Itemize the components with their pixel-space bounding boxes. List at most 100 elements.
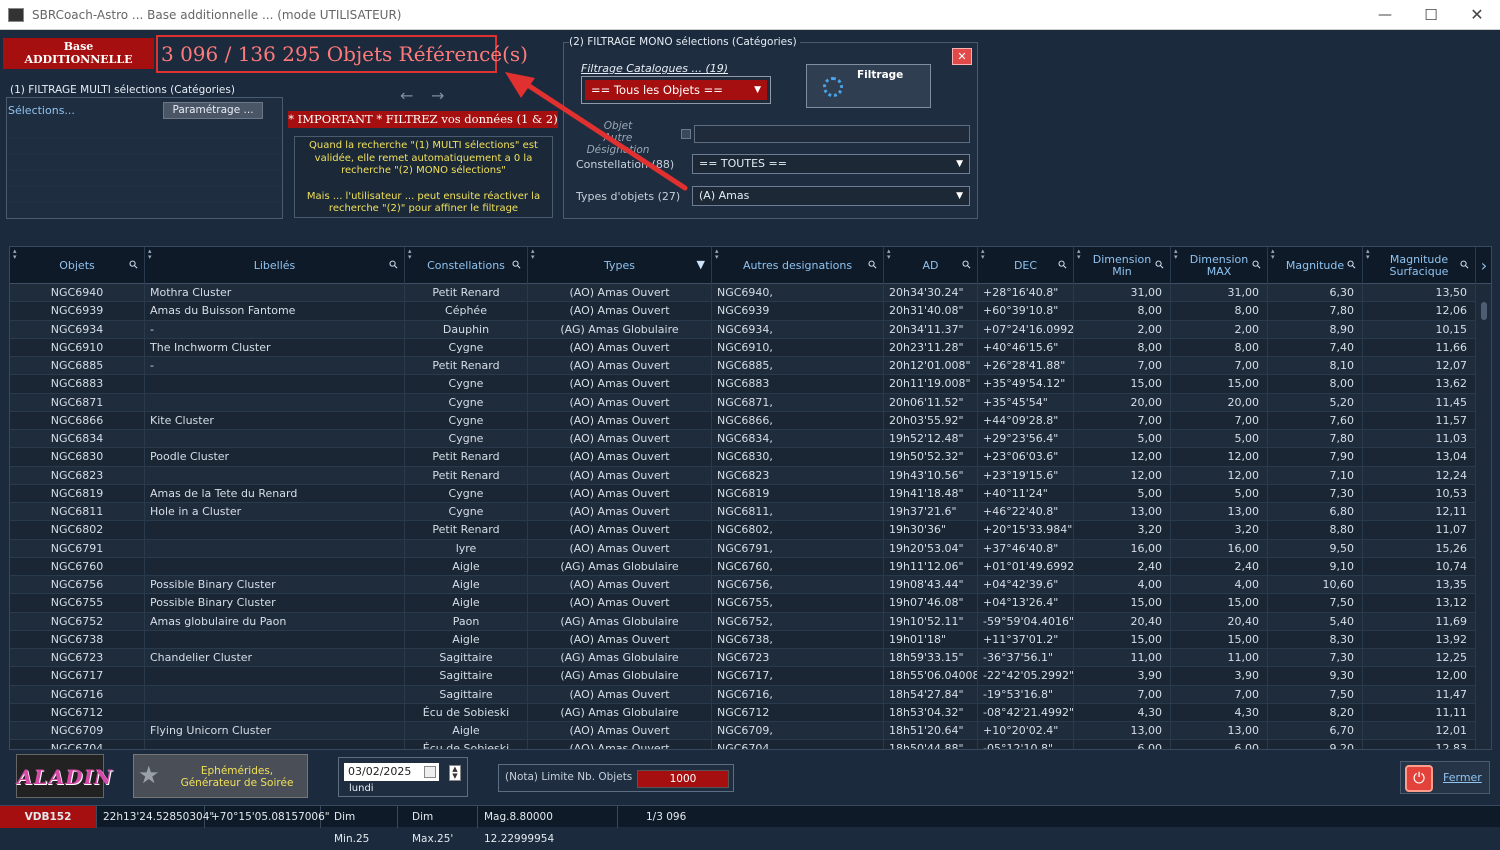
annotation-arrow	[505, 72, 688, 191]
cell-magnitude: 6,70	[1268, 722, 1363, 740]
column-header-types[interactable]: Types ▼ ▴ ▾	[528, 247, 712, 284]
constellation-select[interactable]: == TOUTES == ▼	[692, 154, 970, 174]
table-row[interactable]: NGC6760 Aigle (AG) Amas Globulaire NGC6760,…	[10, 557, 1476, 576]
minimize-button[interactable]: —	[1362, 0, 1408, 30]
window-titlebar: SBRCoach-Astro ... Base additionnelle ..…	[0, 0, 1500, 30]
sort-icon[interactable]: ▴ ▾	[408, 248, 412, 261]
search-icon[interactable]: ⚲	[1344, 257, 1359, 272]
sort-icon[interactable]: ▴ ▾	[981, 248, 985, 261]
date-spinner[interactable]: ▲ ▼	[449, 765, 461, 781]
types-select[interactable]: (A) Amas ▼	[692, 186, 970, 206]
table-row[interactable]: NGC6802 Petit Renard (AO) Amas Ouvert NGC68…	[10, 521, 1476, 540]
scrollbar-thumb[interactable]	[1481, 302, 1487, 320]
search-icon[interactable]: ⚲	[386, 257, 401, 272]
sort-icon[interactable]: ▴ ▾	[715, 248, 719, 261]
search-icon[interactable]: ⚲	[865, 257, 880, 272]
table-row[interactable]: NGC6830 Poodle Cluster Petit Renard (AO) Am…	[10, 448, 1476, 467]
ephemerides-button[interactable]: ★ Ephémérides, Générateur de Soirée	[133, 754, 308, 798]
objects-table[interactable]: Objets ⚲ ▴ ▾ Libellés ⚲ ▴ ▾ Constellations ⚲ ▴ ▾ Typ…	[9, 246, 1492, 750]
scroll-right-icon[interactable]: ›	[1476, 247, 1491, 284]
table-row[interactable]: NGC6866 Kite Cluster Cygne (AO) Amas Ouvert…	[10, 411, 1476, 430]
table-row[interactable]: NGC6712 Écu de Sobieski (AG) Amas Globulai…	[10, 703, 1476, 722]
selections-label[interactable]: Sélections...	[8, 104, 75, 117]
column-header-label: Libellés	[253, 258, 296, 272]
limit-input[interactable]: 1000	[637, 770, 729, 788]
sort-icon[interactable]: ▴ ▾	[531, 248, 535, 261]
table-row[interactable]: NGC6709 Flying Unicorn Cluster Aigle (AO) A…	[10, 722, 1476, 741]
cell-magnitude-surfacique: 11,03	[1363, 430, 1476, 448]
table-row[interactable]: NGC6738 Aigle (AO) Amas Ouvert NGC6738, 19h0…	[10, 630, 1476, 649]
filter-icon[interactable]: ▼	[697, 259, 705, 271]
cell-dimension-max: 8,00	[1171, 302, 1268, 321]
table-row[interactable]: NGC6811 Hole in a Cluster Cygne (AO) Amas O…	[10, 503, 1476, 522]
sort-icon[interactable]: ▴ ▾	[148, 248, 152, 261]
back-arrow-icon[interactable]: ←	[400, 86, 413, 105]
column-header-dec[interactable]: DEC ⚲ ▴ ▾	[978, 247, 1074, 284]
table-row[interactable]: NGC6723 Chandelier Cluster Sagittaire (AG) …	[10, 649, 1476, 668]
selections-list[interactable]	[7, 123, 282, 218]
table-row[interactable]: NGC6834 Cygne (AO) Amas Ouvert NGC6834, 19h5…	[10, 430, 1476, 449]
table-row[interactable]: NGC6752 Amas globulaire du Paon Paon (AG) A…	[10, 612, 1476, 631]
cell-libelles	[145, 703, 405, 722]
table-row[interactable]: NGC6819 Amas de la Tete du Renard Cygne (AO…	[10, 484, 1476, 503]
column-header-autres-designations[interactable]: Autres designations ⚲ ▴ ▾	[712, 247, 884, 284]
forward-arrow-icon[interactable]: →	[431, 86, 444, 105]
close-button[interactable]: ⏻ Fermer	[1400, 761, 1490, 794]
cell-constellations: Cygne	[405, 503, 528, 521]
cell-constellations: lyre	[405, 539, 528, 558]
cell-autres-designations: NGC6716,	[712, 685, 884, 704]
column-header-dimension-min[interactable]: Dimension Min ⚲ ▴ ▾	[1074, 247, 1171, 284]
cell-ad: 19h30'36"	[884, 521, 978, 540]
close-window-button[interactable]: ✕	[1454, 0, 1500, 30]
search-icon[interactable]: ⚲	[126, 257, 141, 272]
column-header-magnitude[interactable]: Magnitude ⚲ ▴ ▾	[1268, 247, 1363, 284]
search-icon[interactable]: ⚲	[509, 257, 524, 272]
table-row[interactable]: NGC6756 Possible Binary Cluster Aigle (AO) …	[10, 576, 1476, 595]
calendar-icon[interactable]	[424, 766, 436, 778]
table-row[interactable]: NGC6934- Dauphin (AG) Amas Globulaire NGC69…	[10, 320, 1476, 339]
column-header-dimension-max[interactable]: Dimension MAX ⚲ ▴ ▾	[1171, 247, 1268, 284]
column-header-magnitude-surfacique[interactable]: Magnitude Surfacique ⚲ ▴ ▾	[1363, 247, 1476, 284]
table-row[interactable]: NGC6716 Sagittaire (AO) Amas Ouvert NGC6716…	[10, 685, 1476, 704]
cell-dimension-max: 7,00	[1171, 411, 1268, 430]
sort-icon[interactable]: ▴ ▾	[1271, 248, 1275, 261]
table-row[interactable]: NGC6871 Cygne (AO) Amas Ouvert NGC6871, 20h0…	[10, 393, 1476, 412]
object-input[interactable]	[694, 125, 970, 143]
table-row[interactable]: NGC6910 The Inchworm Cluster Cygne (AO) Ama…	[10, 338, 1476, 357]
aladin-logo-button[interactable]: ALADIN	[16, 754, 112, 798]
table-body[interactable]: NGC6940 Mothra Cluster Petit Renard (AO) Am…	[10, 284, 1476, 749]
column-header-constellations[interactable]: Constellations ⚲ ▴ ▾	[405, 247, 528, 284]
cell-libelles: Possible Binary Cluster	[145, 576, 405, 594]
sort-icon[interactable]: ▴ ▾	[1174, 248, 1178, 261]
cell-dec: +01°01'49.6992"	[978, 557, 1074, 576]
mono-close-icon[interactable]: ✕	[952, 48, 972, 65]
column-header-objets[interactable]: Objets ⚲ ▴ ▾	[10, 247, 145, 284]
cell-dimension-max: 4,30	[1171, 703, 1268, 722]
table-row[interactable]: NGC6939 Amas du Buisson Fantome Céphée (AO)…	[10, 302, 1476, 321]
sort-icon[interactable]: ▴ ▾	[1077, 248, 1081, 261]
sort-icon[interactable]: ▴ ▾	[887, 248, 891, 261]
search-icon[interactable]: ⚲	[959, 257, 974, 272]
cell-ad: 19h07'46.08"	[884, 594, 978, 613]
table-row[interactable]: NGC6717 Sagittaire (AG) Amas Globulaire NGC…	[10, 667, 1476, 686]
mono-filter-title: (2) FILTRAGE MONO sélections (Catégories…	[569, 36, 800, 48]
cell-magnitude-surfacique: 13,92	[1363, 630, 1476, 649]
column-header-ad[interactable]: AD ⚲ ▴ ▾	[884, 247, 978, 284]
table-row[interactable]: NGC6885- Petit Renard (AO) Amas Ouvert NGC6…	[10, 357, 1476, 376]
search-icon[interactable]: ⚲	[1055, 257, 1070, 272]
table-row[interactable]: NGC6823 Petit Renard (AO) Amas Ouvert NGC68…	[10, 466, 1476, 485]
column-header-libelles[interactable]: Libellés ⚲ ▴ ▾	[145, 247, 405, 284]
cell-dec: +40°11'24"	[978, 484, 1074, 503]
maximize-button[interactable]: ☐	[1408, 0, 1454, 30]
cell-magnitude-surfacique: 11,57	[1363, 411, 1476, 430]
table-row[interactable]: NGC6755 Possible Binary Cluster Aigle (AO) …	[10, 594, 1476, 613]
table-row[interactable]: NGC6940 Mothra Cluster Petit Renard (AO) Am…	[10, 284, 1476, 303]
parametrage-button[interactable]: Paramétrage ...	[163, 102, 263, 119]
table-row[interactable]: NGC6791 lyre (AO) Amas Ouvert NGC6791, 19h20…	[10, 539, 1476, 558]
vertical-scrollbar[interactable]	[1476, 284, 1491, 749]
table-row[interactable]: NGC6883 Cygne (AO) Amas Ouvert NGC6883 20h11…	[10, 375, 1476, 394]
sort-icon[interactable]: ▴ ▾	[13, 248, 17, 261]
table-row[interactable]: NGC6704 Écu de Sobieski (AO) Amas Ouvert NG…	[10, 740, 1476, 749]
sort-icon[interactable]: ▴ ▾	[1366, 248, 1370, 261]
filter-button[interactable]: Filtrage	[806, 64, 931, 108]
